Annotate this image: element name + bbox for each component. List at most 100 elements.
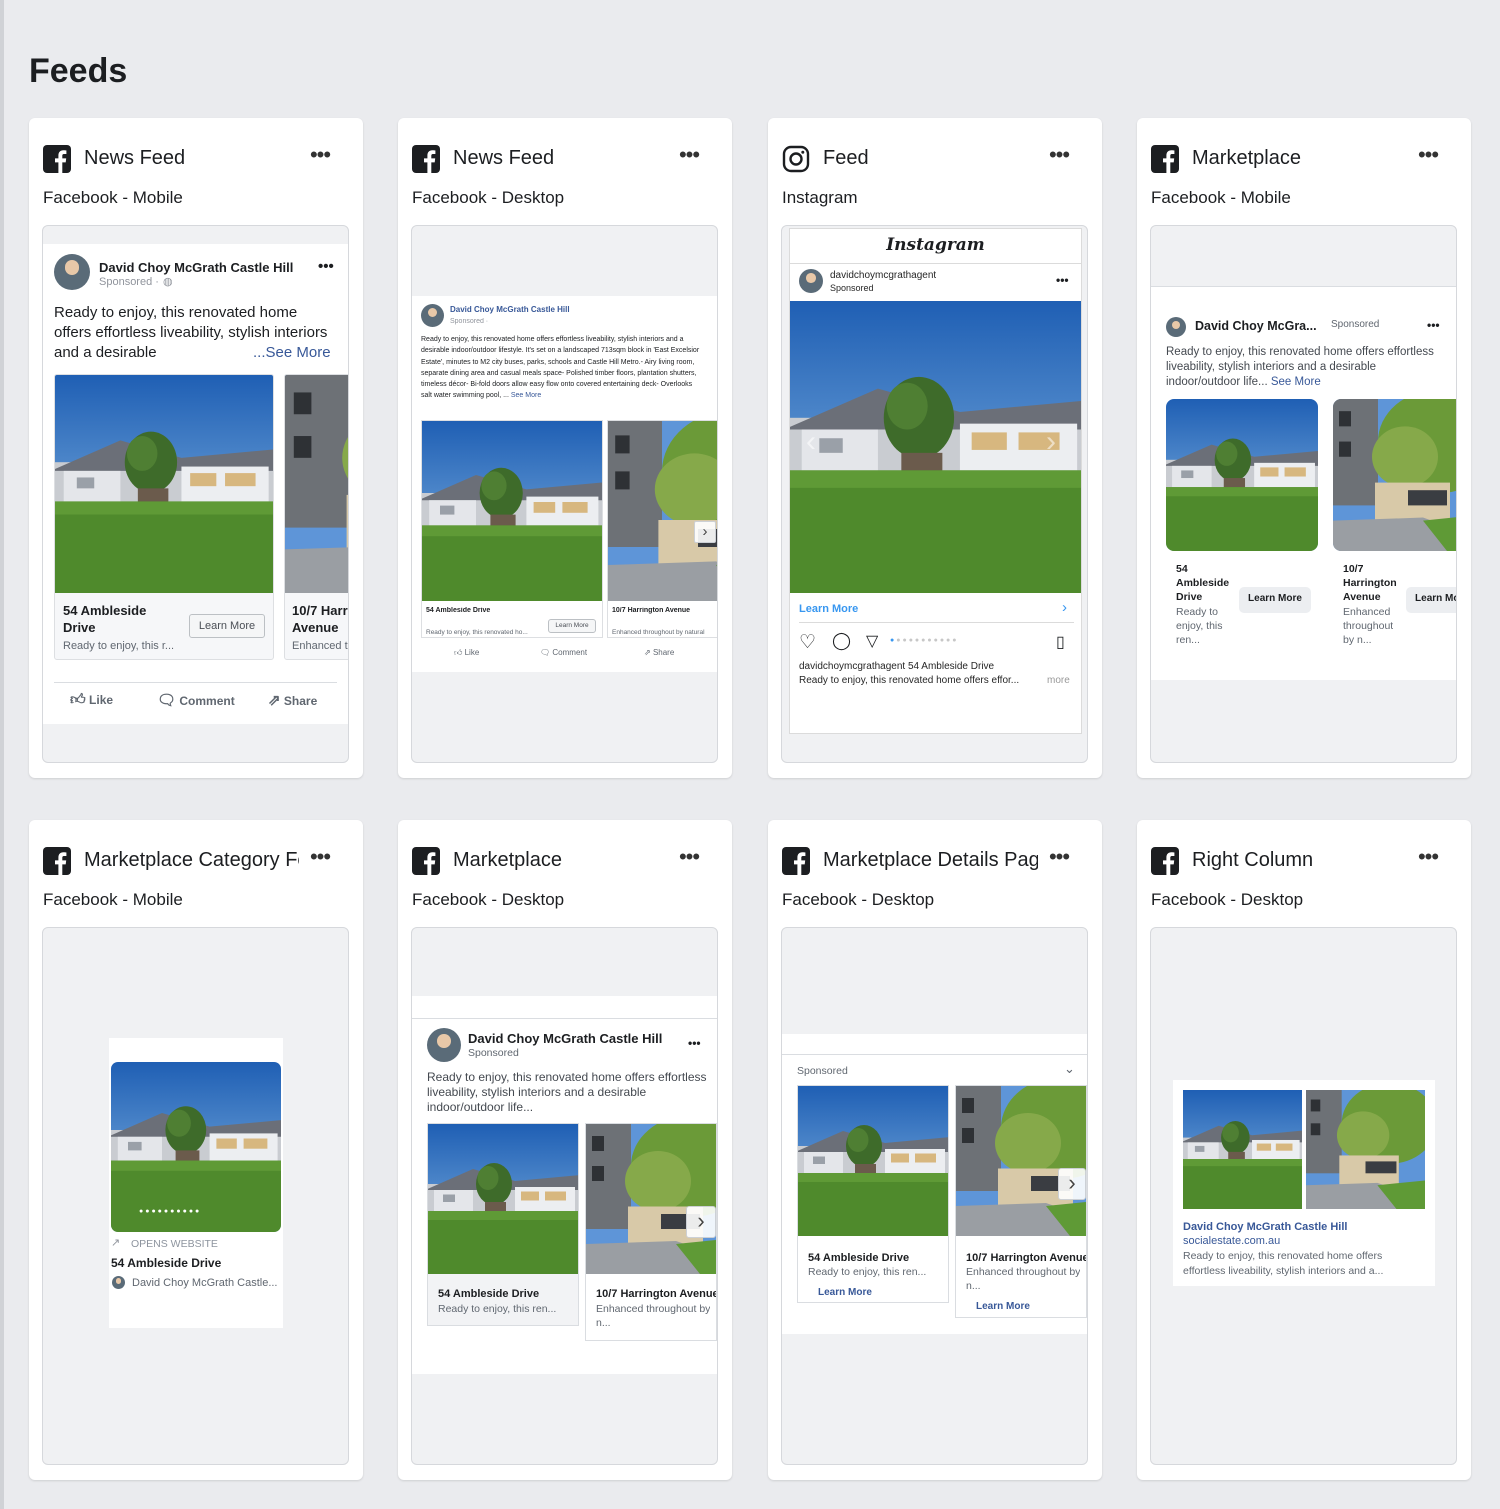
listing-description: enjoy, this [1176, 620, 1223, 632]
comment-icon[interactable]: ◯ [832, 631, 851, 651]
chevron-right-icon[interactable]: › [1062, 599, 1067, 616]
more-options-button[interactable]: ••• [1413, 144, 1443, 174]
advertiser-name[interactable]: David Choy McGrath Castle Hill [1183, 1221, 1347, 1233]
post-more-icon[interactable]: ••• [688, 1036, 701, 1050]
carousel-dots: ●●●●●●●●●●● [890, 637, 959, 644]
ad-domain[interactable]: socialestate.com.au [1183, 1235, 1280, 1247]
card-title: Marketplace [1192, 147, 1301, 169]
page-title: Feeds [29, 52, 128, 90]
carousel-next-icon[interactable]: › [1046, 425, 1056, 459]
listing-photo [111, 1062, 281, 1232]
learn-more-button[interactable]: Learn More [1406, 587, 1456, 613]
facebook-icon [412, 847, 440, 875]
right-column-ad: David Choy McGrath Castle Hill socialest… [1173, 1080, 1435, 1286]
carousel-card[interactable]: 10/7 Harrington Avenue Enhanced througho… [955, 1085, 1087, 1318]
facebook-icon [782, 847, 810, 875]
ad-preview[interactable]: Sponsored ⌄ 54 Ambleside Drive Ready to … [781, 927, 1088, 1465]
more-options-button[interactable]: ••• [305, 144, 335, 174]
carousel-dots: ●●●●●●●●●● [139, 1208, 202, 1215]
learn-more-link[interactable]: Learn More [799, 603, 858, 615]
more-link[interactable]: more [1047, 675, 1070, 686]
listing-title: Drive [1176, 591, 1203, 603]
carousel-card[interactable]: 10/7 Harrington Avenue Enhanced througho… [585, 1123, 717, 1341]
more-options-button[interactable]: ••• [305, 846, 335, 876]
card-header: Feed ••• [782, 144, 1088, 174]
send-icon[interactable]: ▽ [866, 631, 878, 651]
listing-title: 54 Ambleside Drive [438, 1288, 540, 1300]
sponsored-label: Sponsored · [99, 276, 159, 288]
heart-icon[interactable]: ♡ [799, 631, 816, 654]
carousel-next-button[interactable]: › [694, 521, 716, 543]
like-button[interactable]: 👍︎ Like [70, 691, 113, 709]
carousel-next-button[interactable]: › [686, 1206, 716, 1238]
card-subtitle: Facebook - Desktop [412, 188, 565, 207]
more-options-button[interactable]: ••• [674, 846, 704, 876]
advertiser-name[interactable]: David Choy McGrath Castle Hill [468, 1031, 662, 1046]
listing-photo [586, 1124, 716, 1274]
carousel-next-button[interactable]: › [1058, 1168, 1086, 1200]
see-more-link[interactable]: See More [1271, 376, 1321, 388]
learn-more-link[interactable]: Learn More [818, 1287, 872, 1298]
placement-card-marketplace-details-page: Marketplace Details Page ••• Facebook - … [768, 820, 1102, 1480]
ad-preview[interactable]: David Choy McGrath Castle Hill Sponsored… [411, 927, 718, 1465]
divider [782, 1054, 1087, 1055]
learn-more-button[interactable]: Learn More [548, 619, 596, 633]
more-options-button[interactable]: ••• [1413, 846, 1443, 876]
card-subtitle: Facebook - Desktop [412, 890, 565, 909]
see-more-link[interactable]: ...See More [253, 344, 331, 361]
more-options-button[interactable]: ••• [1044, 846, 1074, 876]
comment-button[interactable]: 🗨︎ Comment [540, 648, 587, 657]
carousel-card[interactable]: 54 Ambleside Drive Ready to enjoy, this … [421, 420, 603, 638]
learn-more-button[interactable]: Learn More [189, 614, 265, 638]
listing-title: 54 Ambleside Drive [426, 607, 491, 614]
advertiser-name[interactable]: David Choy McGrath Castle Hill [450, 305, 570, 314]
instagram-handle[interactable]: davidchoymcgrathagent [830, 270, 936, 281]
chevron-down-icon[interactable]: ⌄ [1064, 1061, 1075, 1077]
like-button[interactable]: 👍︎ Like [454, 648, 479, 658]
carousel-prev-icon[interactable]: ‹ [806, 425, 816, 459]
listing-title: 54 Ambleside [63, 603, 147, 618]
placement-card-news-feed-desktop: News Feed ••• Facebook - Desktop David C… [398, 118, 732, 778]
listing-description: Enhanced throughout by [966, 1266, 1081, 1278]
listing-title[interactable]: 54 Ambleside Drive [111, 1256, 221, 1270]
card-subtitle: Facebook - Mobile [43, 890, 183, 909]
carousel-card[interactable]: 54 Ambleside Drive Ready to enjoy, this … [54, 374, 274, 660]
comment-label: Comment [179, 694, 235, 708]
carousel-card[interactable]: 10/7 Harrington Avenue Enhanced througho… [607, 420, 717, 638]
ad-preview[interactable]: David Choy McGrath Castle Hill socialest… [1150, 927, 1457, 1465]
comment-button[interactable]: 🗨︎ Comment [157, 691, 235, 709]
carousel-card[interactable]: 54 Ambleside Drive Ready to enjoy, this … [427, 1123, 579, 1326]
listing-title: 10/7 Harrington Avenue [596, 1288, 717, 1300]
carousel-card[interactable]: 54 Ambleside Drive Ready to enjoy, this … [797, 1085, 949, 1303]
ad-preview[interactable]: Instagram davidchoymcgrathagent Sponsore… [781, 225, 1088, 763]
share-button[interactable]: ⇗ Share [268, 691, 317, 709]
more-options-button[interactable]: ••• [1044, 144, 1074, 174]
listing-description: ren... [1176, 634, 1200, 646]
ad-preview[interactable]: David Choy McGra... Sponsored ••• Ready … [1150, 225, 1457, 763]
card-title: News Feed [453, 147, 555, 169]
share-icon: ⇗ [644, 648, 651, 657]
post-more-icon[interactable]: ••• [1056, 273, 1069, 287]
post: ●●●●●●●●●● ↗ OPENS WEBSITE 54 Ambleside … [109, 1038, 283, 1328]
carousel-card[interactable]: 10/7 Harr Avenue Enhanced t [284, 374, 348, 660]
card-subtitle: Facebook - Mobile [1151, 188, 1291, 207]
learn-more-button[interactable]: Learn More [1239, 587, 1311, 613]
advertiser-name[interactable]: David Choy McGrath Castle Hill [99, 260, 293, 275]
more-options-button[interactable]: ••• [674, 144, 704, 174]
share-button[interactable]: ⇗ Share [644, 648, 674, 657]
ad-preview[interactable]: ●●●●●●●●●● ↗ OPENS WEBSITE 54 Ambleside … [42, 927, 349, 1465]
ad-preview[interactable]: David Choy McGrath Castle Hill Sponsored… [411, 225, 718, 763]
advertiser-name[interactable]: David Choy McGrath Castle... [132, 1277, 280, 1289]
post-more-icon[interactable]: ••• [318, 258, 334, 275]
listing-photo [956, 1086, 1086, 1236]
card-subtitle: Facebook - Mobile [43, 188, 183, 207]
see-more-link[interactable]: See More [511, 392, 541, 399]
bookmark-icon[interactable]: ▯ [1056, 632, 1065, 652]
learn-more-link[interactable]: Learn More [976, 1301, 1030, 1312]
post-more-icon[interactable]: ••• [1427, 318, 1440, 332]
placement-card-marketplace-mobile: Marketplace ••• Facebook - Mobile David … [1137, 118, 1471, 778]
listing-description: throughout [1343, 620, 1394, 632]
ad-preview[interactable]: David Choy McGrath Castle Hill Sponsored… [42, 225, 349, 763]
avatar [427, 1028, 461, 1062]
advertiser-name[interactable]: David Choy McGra... [1195, 319, 1317, 333]
